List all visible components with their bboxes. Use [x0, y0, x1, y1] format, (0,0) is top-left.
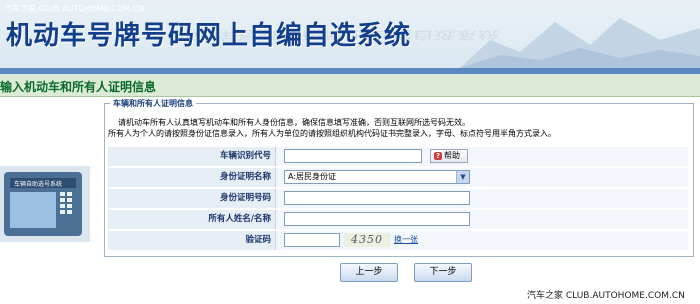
- next-step-button[interactable]: 下一步: [414, 263, 472, 282]
- help-button-label: 帮助: [444, 151, 460, 160]
- kiosk-screen-caption: 车辆自助选号系统: [14, 180, 62, 188]
- kiosk-illustration: 车辆自助选号系统: [0, 166, 90, 242]
- captcha-label: 验证码: [108, 231, 276, 250]
- header-banner: 机动车号牌号码网上自编自选系统 机动车号牌号码网上自编自选系统 汽车之家 CLU…: [0, 0, 700, 68]
- captcha-image: 4350: [344, 233, 390, 247]
- row-captcha: 验证码 4350 换一张: [108, 231, 688, 251]
- id-number-cell: [276, 189, 688, 208]
- id-number-label: 身份证明号码: [108, 189, 276, 208]
- chevron-down-icon[interactable]: ▼: [456, 171, 469, 183]
- row-vin: 车辆识别代号 ? 帮助: [108, 147, 688, 167]
- vin-label: 车辆识别代号: [108, 147, 276, 166]
- form-notice-2: 所有人为个人的请按照身份证信息录入，所有人为单位的请按照组织机构代码证书完整录入…: [108, 129, 556, 138]
- captcha-input[interactable]: [284, 233, 340, 247]
- vin-input[interactable]: [284, 149, 422, 163]
- form-legend: 车辆和所有人证明信息: [110, 98, 196, 109]
- row-id-number: 身份证明号码: [108, 189, 688, 209]
- id-type-select[interactable]: A:居民身份证 ▼: [284, 170, 470, 184]
- prev-step-button[interactable]: 上一步: [340, 263, 398, 282]
- id-number-input[interactable]: [284, 191, 470, 205]
- owner-name-cell: [276, 210, 688, 229]
- watermark-bottom: 汽车之家 CLUB.AUTOHOME.COM.CN: [527, 291, 685, 301]
- id-type-label: 身份证明名称: [108, 168, 276, 187]
- section-title: 输入机动车和所有人证明信息: [0, 80, 157, 94]
- section-header: 输入机动车和所有人证明信息: [0, 74, 700, 97]
- watermark-top: 汽车之家 CLUB.AUTOHOME.COM.CN: [4, 4, 145, 13]
- owner-name-label: 所有人姓名/名称: [108, 210, 276, 229]
- captcha-cell: 4350 换一张: [276, 231, 688, 250]
- banner-title: 机动车号牌号码网上自编自选系统: [6, 21, 412, 51]
- form-notice-1: 请机动车所有人认真填写机动车和所有人身份信息，确保信息填写准确，否则互联网所选号…: [118, 118, 470, 127]
- id-type-selected: A:居民身份证: [288, 172, 337, 181]
- row-id-type: 身份证明名称 A:居民身份证 ▼: [108, 168, 688, 188]
- question-icon: ?: [434, 152, 442, 160]
- id-type-cell: A:居民身份证 ▼: [276, 168, 688, 187]
- row-owner-name: 所有人姓名/名称: [108, 210, 688, 230]
- owner-name-input[interactable]: [284, 212, 470, 226]
- refresh-captcha-link[interactable]: 换一张: [394, 234, 418, 245]
- help-button[interactable]: ? 帮助: [430, 149, 468, 163]
- vin-cell: ? 帮助: [276, 147, 688, 166]
